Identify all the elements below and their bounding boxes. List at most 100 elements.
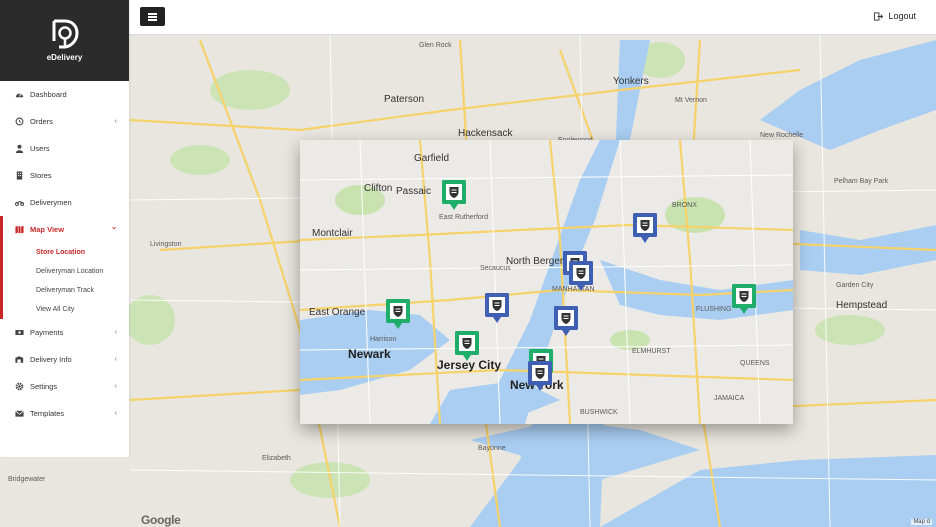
map-label-hackensack: Hackensack bbox=[458, 128, 513, 139]
deliveryman-pin[interactable] bbox=[527, 360, 553, 393]
chevron-left-icon: ‹ bbox=[114, 410, 117, 417]
sidebar-item-templates[interactable]: Templates ‹ bbox=[0, 400, 129, 427]
sidebar-item-dashboard[interactable]: Dashboard bbox=[0, 81, 129, 108]
dashboard-icon bbox=[15, 90, 24, 99]
brand-name: eDelivery bbox=[46, 53, 83, 62]
map-label-bayonne: Bayonne bbox=[478, 445, 506, 452]
user-icon bbox=[15, 144, 24, 153]
sidebar-nav: Dashboard Orders ‹ Users Stores Deliverymen Ma… bbox=[0, 81, 129, 427]
store-pin[interactable] bbox=[731, 283, 757, 316]
building-icon bbox=[15, 171, 24, 180]
sidebar-item-label: Deliverymen bbox=[30, 198, 72, 207]
sidebar-item-label: Delivery Info bbox=[30, 355, 72, 364]
sidebar-item-label: Settings bbox=[30, 382, 58, 391]
chevron-left-icon: ‹ bbox=[114, 329, 117, 336]
edelivery-logo-icon bbox=[52, 19, 79, 49]
sidebar-toggle-button[interactable] bbox=[140, 7, 165, 26]
store-pin[interactable] bbox=[441, 179, 467, 212]
map-label-elizabeth: Elizabeth bbox=[262, 455, 291, 462]
sidebar: eDelivery Dashboard Orders ‹ Users Stores Del… bbox=[0, 0, 129, 457]
sidebar-item-settings[interactable]: Settings ‹ bbox=[0, 373, 129, 400]
info-icon bbox=[15, 355, 24, 364]
map-label-north-bergen: North Bergen bbox=[506, 256, 566, 267]
envelope-icon bbox=[15, 409, 24, 418]
map-label-paterson: Paterson bbox=[384, 94, 425, 105]
store-pin[interactable] bbox=[454, 330, 480, 363]
map-label-mt-vernon: Mt Vernon bbox=[675, 97, 707, 104]
sidebar-item-payments[interactable]: Payments ‹ bbox=[0, 319, 129, 346]
sidebar-item-map-view[interactable]: Map View ⌄ bbox=[0, 216, 129, 243]
logout-button[interactable]: Logout bbox=[874, 11, 916, 21]
map-label-bronx: BRONX bbox=[672, 202, 697, 209]
map-marker-icon bbox=[633, 213, 657, 243]
deliveryman-pin[interactable] bbox=[484, 292, 510, 325]
map-label-elmhurst: ELMHURST bbox=[632, 348, 671, 355]
logout-label: Logout bbox=[888, 11, 916, 21]
map-label-yonkers: Yonkers bbox=[613, 76, 649, 87]
map-label-montclair: Montclair bbox=[312, 228, 353, 239]
map-label-newark: Newark bbox=[348, 347, 391, 361]
map-marker-icon bbox=[455, 331, 479, 361]
map-label-east-orange: East Orange bbox=[309, 307, 366, 318]
map-label-glen-rock: Glen Rock bbox=[419, 42, 452, 49]
sidebar-item-label: Templates bbox=[30, 409, 65, 418]
map-marker-icon bbox=[485, 293, 509, 323]
sidebar-item-delivery-info[interactable]: Delivery Info ‹ bbox=[0, 346, 129, 373]
submenu-item-view-all-city[interactable]: View All City bbox=[0, 300, 129, 319]
chevron-left-icon: ‹ bbox=[114, 356, 117, 363]
google-logo: Google bbox=[141, 513, 181, 527]
store-pin[interactable] bbox=[385, 298, 411, 331]
sidebar-item-deliverymen[interactable]: Deliverymen bbox=[0, 189, 129, 216]
hamburger-icon bbox=[148, 13, 157, 21]
map-marker-icon bbox=[569, 261, 593, 291]
map-label-new-rochelle: New Rochelle bbox=[760, 132, 804, 139]
sidebar-item-stores[interactable]: Stores bbox=[0, 162, 129, 189]
map-marker-icon bbox=[732, 284, 756, 314]
deliveryman-pin[interactable] bbox=[553, 305, 579, 338]
map-label-harrison: Harrison bbox=[370, 336, 397, 343]
deliveryman-pin[interactable] bbox=[568, 260, 594, 293]
map-label-garfield: Garfield bbox=[414, 153, 450, 164]
map-label-flushing: FLUSHING bbox=[696, 306, 732, 313]
map-label-queens: QUEENS bbox=[740, 360, 770, 367]
sidebar-item-label: Orders bbox=[30, 117, 53, 126]
submenu-item-store-location[interactable]: Store Location bbox=[0, 243, 129, 262]
submenu-item-deliveryman-location[interactable]: Deliveryman Location bbox=[0, 262, 129, 281]
map-label-east-rutherford: East Rutherford bbox=[439, 214, 489, 221]
map-label-jamaica: JAMAICA bbox=[714, 395, 745, 402]
sidebar-item-label: Payments bbox=[30, 328, 64, 337]
sidebar-item-label: Dashboard bbox=[30, 90, 67, 99]
map-canvas[interactable]: Glen Rock Paterson Hackensack Englewood … bbox=[0, 0, 936, 527]
map-label-passaic: Passaic bbox=[396, 186, 432, 197]
map-data-link[interactable]: Map d bbox=[911, 519, 932, 525]
map-label-clifton: Clifton bbox=[364, 183, 393, 194]
map-label-secaucus: Secaucus bbox=[480, 265, 511, 272]
chevron-down-icon: ⌄ bbox=[111, 224, 117, 231]
map-marker-icon bbox=[386, 299, 410, 329]
map-marker-icon bbox=[554, 306, 578, 336]
top-bar: Logout bbox=[129, 0, 936, 35]
map-label-pelham-bay-park: Pelham Bay Park bbox=[834, 178, 889, 185]
gear-icon bbox=[15, 382, 24, 391]
map-view-submenu: Store Location Deliveryman Location Delive… bbox=[0, 243, 129, 319]
submenu-item-deliveryman-track[interactable]: Deliveryman Track bbox=[0, 281, 129, 300]
sidebar-item-orders[interactable]: Orders ‹ bbox=[0, 108, 129, 135]
map-label-bushwick: BUSHWICK bbox=[580, 409, 618, 416]
history-icon bbox=[15, 117, 24, 126]
sidebar-item-users[interactable]: Users bbox=[0, 135, 129, 162]
sidebar-item-label: Stores bbox=[30, 171, 52, 180]
map-marker-icon bbox=[442, 180, 466, 210]
map-marker-icon bbox=[528, 361, 552, 391]
chevron-left-icon: ‹ bbox=[114, 383, 117, 390]
chevron-left-icon: ‹ bbox=[114, 118, 117, 125]
money-icon bbox=[15, 328, 24, 337]
sidebar-item-label: Map View bbox=[30, 225, 65, 234]
map-label-livingston: Livingston bbox=[150, 241, 182, 248]
brand-header[interactable]: eDelivery bbox=[0, 0, 129, 81]
map-label-hempstead: Hempstead bbox=[836, 300, 888, 311]
sidebar-item-label: Users bbox=[30, 144, 50, 153]
sign-out-icon bbox=[874, 11, 884, 21]
app-root: Glen Rock Paterson Hackensack Englewood … bbox=[0, 0, 936, 527]
deliveryman-pin[interactable] bbox=[632, 212, 658, 245]
motorcycle-icon bbox=[15, 198, 24, 207]
